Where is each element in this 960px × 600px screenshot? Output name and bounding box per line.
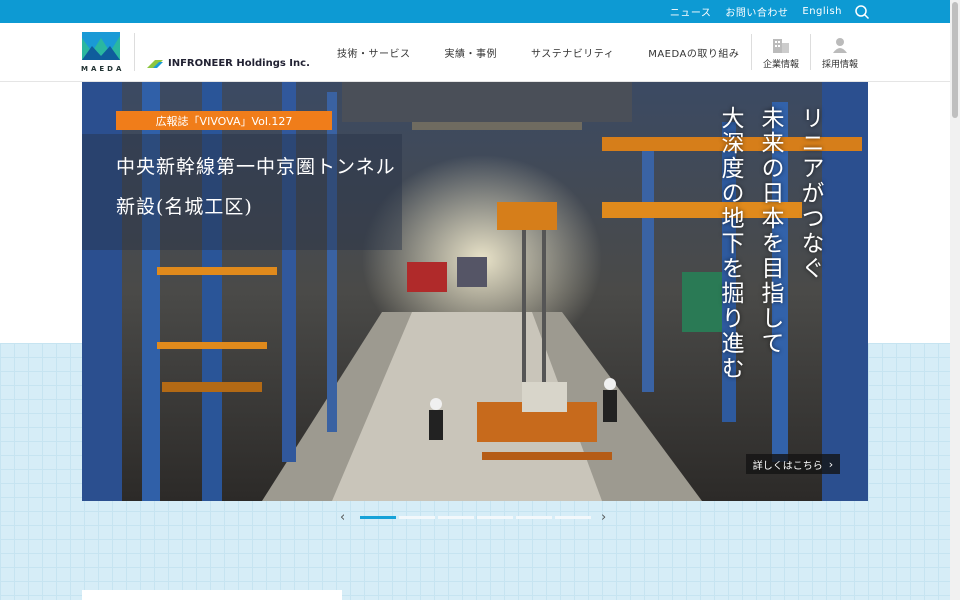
scrollbar-thumb[interactable]: [952, 2, 958, 118]
main-nav: 技術・サービス 実績・事例 サステナビリティ MAEDAの取り組み: [337, 45, 773, 60]
pager-dot-3[interactable]: [438, 516, 474, 519]
next-slide-button[interactable]: ›: [601, 510, 606, 525]
nav-item-sustainability[interactable]: サステナビリティ: [531, 45, 614, 60]
english-link[interactable]: English: [802, 6, 842, 17]
header-divider: [134, 33, 135, 71]
top-utility-bar: ニュース お問い合わせ English: [0, 0, 950, 23]
magazine-badge: 広報誌「VIVOVA」Vol.127: [116, 111, 332, 130]
read-more-button[interactable]: 詳しくはこちら ›: [746, 454, 840, 474]
group-name-label: INFRONEER Holdings Inc.: [168, 58, 310, 69]
vertical-copy-line1: リニアがつなぐ: [797, 106, 823, 281]
nav-item-initiatives[interactable]: MAEDAの取り組み: [648, 45, 739, 60]
nav-item-technology[interactable]: 技術・サービス: [337, 45, 411, 60]
read-more-label: 詳しくはこちら: [752, 460, 823, 472]
pager-dot-1[interactable]: [360, 516, 396, 519]
search-icon[interactable]: [854, 4, 870, 20]
group-name[interactable]: INFRONEER Holdings Inc.: [147, 58, 310, 69]
hero-title-line1: 中央新幹線第一中京圏トンネル: [116, 156, 396, 178]
building-icon: [773, 39, 789, 53]
pager-dot-4[interactable]: [477, 516, 513, 519]
prev-slide-button[interactable]: ‹: [340, 510, 345, 525]
recruit-label: 採用情報: [821, 60, 858, 70]
corporate-info-label: 企業情報: [762, 60, 799, 70]
hero-slide[interactable]: 広報誌「VIVOVA」Vol.127 中央新幹線第一中京圏トンネル 新設(名城工…: [82, 82, 868, 501]
site-header: MAEDA INFRONEER Holdings Inc. 技術・サービス 実績…: [0, 23, 950, 82]
corporate-info-button[interactable]: 企業情報: [751, 34, 810, 70]
person-icon: [833, 38, 847, 53]
logo-text: MAEDA: [81, 65, 125, 73]
slider-pager: ‹ ›: [340, 510, 610, 525]
page-scrollbar[interactable]: [950, 0, 960, 600]
content-card: [82, 590, 342, 600]
pager-dot-6[interactable]: [555, 516, 591, 519]
pager-dot-2[interactable]: [399, 516, 435, 519]
news-link[interactable]: ニュース: [670, 4, 712, 19]
chevron-right-icon: ›: [828, 457, 834, 471]
recruit-button[interactable]: 採用情報: [810, 34, 869, 70]
contact-link[interactable]: お問い合わせ: [725, 4, 788, 19]
vertical-copy-line3: 大深度の地下を掘り進む: [717, 106, 743, 381]
infroneer-mark-icon: [147, 59, 163, 68]
pager-dot-5[interactable]: [516, 516, 552, 519]
vertical-copy-line2: 未来の日本を目指して: [757, 106, 783, 356]
hero-title-line2: 新設(名城工区): [116, 196, 253, 218]
nav-item-works[interactable]: 実績・事例: [445, 45, 498, 60]
